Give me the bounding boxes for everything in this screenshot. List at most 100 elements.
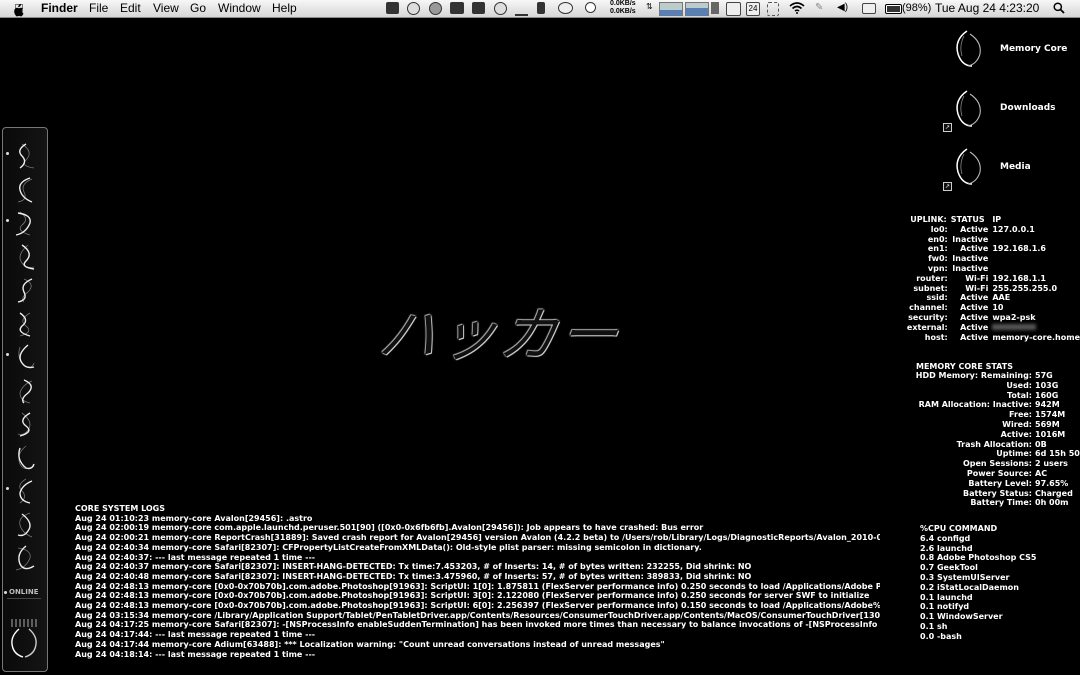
menubar-clock[interactable]: Tue Aug 24 4:23:20 — [935, 0, 1039, 17]
menu-go[interactable]: Go — [190, 0, 206, 17]
menu-file[interactable]: File — [89, 0, 108, 17]
stat-label: HDD Memory: Remaining: — [915, 371, 1032, 380]
downloads-label[interactable]: Downloads — [1000, 103, 1056, 113]
stat-value: 57G — [1035, 371, 1053, 380]
swirl-icon-12[interactable] — [12, 511, 40, 539]
network-row: security: Active wpa2-psk — [906, 313, 1080, 323]
media-label[interactable]: Media — [1000, 162, 1031, 172]
cpu-header: %CPU COMMAND — [920, 524, 998, 533]
network-ip: memory-core.home — [992, 332, 1080, 342]
log-line: Aug 24 04:17:44 memory-core Adium[63488]… — [75, 639, 665, 649]
uplink-header: UPLINK: — [910, 215, 947, 224]
swirl-icon-4[interactable] — [12, 243, 40, 271]
log-line: Aug 24 01:10:23 memory-core Avalon[29456… — [75, 513, 313, 523]
cpu-process-row: 0.1 notifyd — [920, 602, 970, 612]
swirl-icon-11[interactable] — [12, 477, 40, 505]
dock-stack-icon[interactable] — [9, 626, 39, 660]
log-line: Aug 24 02:00:19 memory-core com.apple.la… — [75, 523, 704, 533]
network-activity[interactable]: 0.0KB/s 0.0KB/s — [610, 0, 636, 16]
cpu-graph-icon[interactable] — [659, 2, 683, 16]
swirl-icon-7[interactable] — [12, 343, 40, 371]
stat-value: 103G — [1035, 380, 1059, 390]
network-interface: host: — [924, 332, 948, 342]
stat-label: Free: — [1009, 410, 1032, 420]
network-status: Inactive — [952, 263, 989, 273]
disk-graph-icon[interactable] — [711, 2, 719, 14]
apple-logo-icon[interactable] — [12, 2, 24, 19]
volume-icon[interactable]: ◀) — [837, 2, 849, 14]
network-ip: AAE — [992, 293, 1011, 303]
ical-icon[interactable] — [767, 2, 779, 16]
network-row: en1: Active 192.168.1.6 — [906, 244, 1080, 254]
memory-core-drive-icon[interactable] — [950, 28, 990, 70]
online-status: ONLINE — [4, 588, 39, 596]
network-status: Inactive — [952, 254, 989, 264]
swirl-icon-9[interactable] — [12, 410, 40, 438]
swirl-icon-6[interactable] — [12, 310, 40, 338]
sync-icon[interactable] — [862, 3, 876, 14]
battery-icon[interactable] — [885, 4, 902, 14]
menu-help[interactable]: Help — [272, 0, 297, 17]
spotlight-search-icon[interactable] — [1053, 2, 1065, 14]
swirl-icon-13[interactable] — [12, 544, 40, 572]
swirl-icon-1[interactable] — [12, 142, 40, 170]
swirl-icon-10[interactable] — [12, 444, 40, 472]
gear-status-icon[interactable] — [494, 2, 507, 15]
swirl-icon-8[interactable] — [12, 377, 40, 405]
network-interface: en0: — [927, 234, 948, 244]
network-row: fw0: Inactive — [906, 254, 1080, 264]
terminal-icon[interactable] — [450, 2, 464, 14]
helmet-icon[interactable] — [429, 2, 442, 15]
network-row: external: Active — [906, 323, 1080, 333]
stat-value: 6d 15h 50m — [1035, 449, 1080, 459]
swirl-icon-3[interactable] — [12, 209, 40, 237]
menu-window[interactable]: Window — [218, 0, 261, 17]
dock-divider — [7, 598, 41, 599]
chat-bubble-icon[interactable] — [558, 2, 573, 14]
stat-label: Trash Allocation: — [956, 439, 1032, 449]
network-status: Wi-Fi — [965, 283, 989, 293]
flame-icon[interactable] — [537, 2, 545, 14]
network-header-row: UPLINK: STATUS IP — [906, 215, 1080, 225]
network-ip: wpa2-psk — [992, 312, 1036, 322]
media-folder-icon[interactable] — [950, 146, 990, 188]
network-status: Wi-Fi — [965, 273, 989, 283]
alias-arrow-icon: ↗ — [943, 123, 952, 132]
downloads-folder-icon[interactable] — [950, 88, 990, 130]
calendar-icon[interactable]: 24 — [746, 2, 760, 16]
skype-icon[interactable] — [407, 2, 420, 15]
battery-percent[interactable]: (98%) — [902, 0, 931, 17]
stat-value: 569M — [1035, 420, 1060, 429]
network-interface: vpn: — [927, 263, 948, 273]
log-line: Aug 24 03:15:34 memory-core /Library/App… — [75, 610, 880, 620]
online-label: ONLINE — [9, 588, 39, 596]
system-log-panel: CORE SYSTEM LOGS Aug 24 01:10:23 memory-… — [75, 504, 880, 659]
log-line: Aug 24 02:48:13 memory-core [0x0-0x70b70… — [75, 581, 880, 591]
cpu-process-row: 6.4 configd — [920, 533, 971, 543]
ip-header: IP — [992, 215, 1002, 224]
cpu-process-list: %CPU COMMAND 6.4 configd 2.6 launchd 0.8 A… — [920, 524, 1037, 642]
eject-icon[interactable] — [515, 2, 528, 16]
memory-graph-icon[interactable] — [685, 2, 709, 16]
app-menu-finder[interactable]: Finder — [41, 0, 78, 17]
cpu-process-row: 0.2 iStatLocalDaemon — [920, 582, 1019, 592]
menu-edit[interactable]: Edit — [120, 0, 141, 17]
dock-stack-separator — [8, 613, 40, 627]
network-row: vpn: Inactive — [906, 264, 1080, 274]
swirl-icon-2[interactable] — [12, 176, 40, 204]
menu-view[interactable]: View — [153, 0, 179, 17]
stat-label: Power Source: — [966, 469, 1032, 478]
bluetooth-icon[interactable]: ✎ — [815, 2, 827, 14]
memory-core-label[interactable]: Memory Core — [1000, 44, 1067, 54]
display-icon[interactable] — [726, 2, 741, 16]
adium-icon[interactable] — [585, 2, 596, 13]
stat-value: 1574M — [1035, 410, 1066, 420]
network-status: Active — [960, 244, 989, 254]
screen-share-icon[interactable] — [386, 2, 399, 14]
menu-bar:  Finder File Edit View Go Window Help 0… — [0, 0, 1080, 18]
stat-label: Battery Level: — [968, 478, 1032, 488]
swirl-icon-5[interactable] — [12, 276, 40, 304]
log-line: Aug 24 02:48:13 memory-core [0x0-0x70b70… — [75, 601, 880, 611]
wifi-icon[interactable] — [789, 2, 805, 14]
notes-icon[interactable] — [472, 2, 485, 14]
